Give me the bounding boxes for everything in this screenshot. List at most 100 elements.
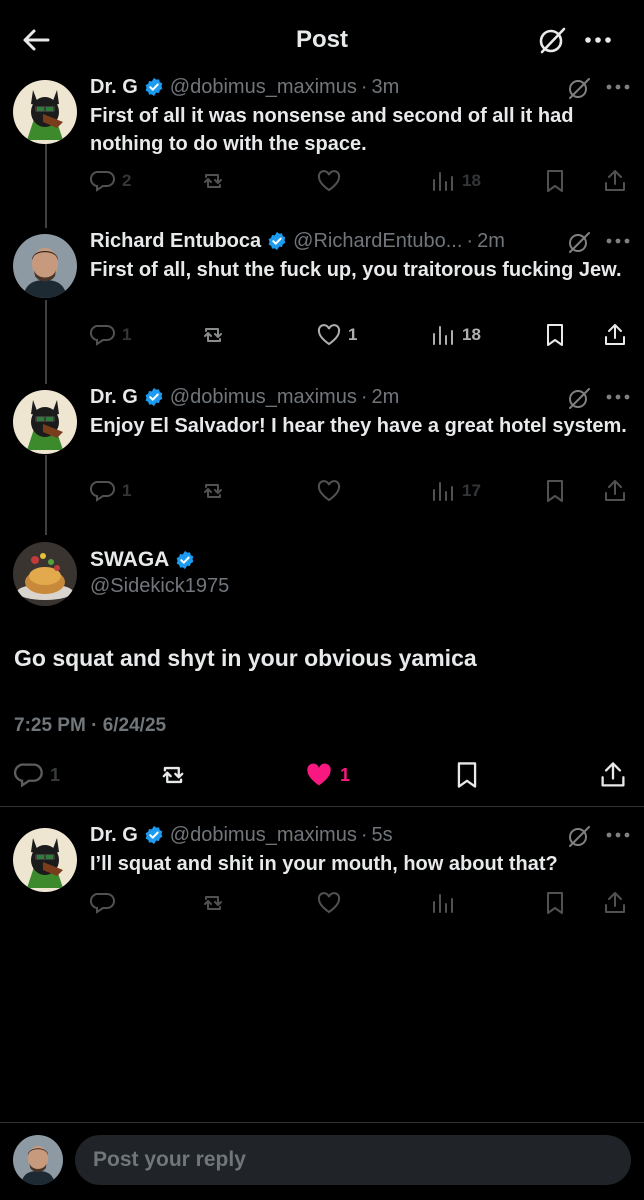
share-icon — [605, 892, 625, 913]
verified-badge-icon — [145, 825, 163, 845]
reply-icon — [90, 170, 115, 192]
views-button[interactable]: 18 — [430, 320, 481, 350]
user-handle[interactable]: @Sidekick1975 — [90, 575, 229, 598]
bookmark-button[interactable] — [542, 476, 568, 506]
display-name[interactable]: SWAGA — [90, 548, 169, 572]
analytics-icon — [433, 172, 453, 191]
views-button[interactable] — [430, 888, 456, 918]
action-bar: 1 1 18 — [0, 320, 644, 350]
main-post-avatar[interactable] — [13, 542, 77, 606]
view-count: 18 — [462, 171, 481, 190]
reply-button[interactable]: 1 — [90, 320, 131, 350]
repost-button[interactable] — [200, 320, 226, 350]
views-button[interactable]: 17 — [430, 476, 481, 506]
top-bar: Post — [0, 0, 644, 80]
repost-button[interactable] — [200, 888, 226, 918]
avatar[interactable] — [13, 828, 77, 892]
current-user-avatar[interactable] — [13, 1135, 63, 1185]
reply-composer — [0, 1122, 644, 1200]
view-count: 17 — [462, 481, 481, 500]
analytics-icon — [433, 326, 453, 345]
reply-icon — [90, 480, 115, 502]
display-name[interactable]: Richard Entuboca — [90, 230, 261, 253]
person-avatar-icon — [13, 1135, 63, 1185]
repost-button[interactable] — [200, 476, 226, 506]
separator-dot: · — [466, 229, 474, 252]
views-button[interactable]: 18 — [430, 166, 481, 196]
like-button[interactable] — [316, 476, 342, 506]
post-meta: Dr. G @dobimus_maximus · 2m — [90, 384, 399, 410]
repost-icon — [204, 896, 222, 910]
heart-icon — [317, 480, 341, 502]
post-time[interactable]: 3m — [372, 76, 400, 99]
display-name[interactable]: Dr. G — [90, 386, 138, 409]
like-button[interactable] — [316, 166, 342, 196]
bookmark-icon — [457, 762, 477, 788]
doberman-avatar-icon — [13, 80, 77, 144]
grok-icon[interactable] — [536, 24, 568, 56]
reply-count: 1 — [122, 481, 132, 500]
bookmark-icon — [547, 170, 563, 192]
share-button[interactable] — [598, 760, 628, 790]
verified-badge-icon — [177, 550, 194, 570]
share-button[interactable] — [602, 476, 628, 506]
repost-button[interactable] — [158, 760, 188, 790]
separator-dot: · — [360, 385, 368, 408]
display-name[interactable]: Dr. G — [90, 76, 138, 99]
action-bar: 1 17 — [0, 476, 644, 506]
share-button[interactable] — [602, 320, 628, 350]
grok-icon[interactable] — [565, 228, 593, 256]
user-handle[interactable]: @dobimus_maximus — [170, 386, 357, 409]
like-button[interactable] — [316, 888, 342, 918]
heart-icon — [317, 170, 341, 192]
main-post-author: SWAGA — [90, 548, 201, 572]
share-button[interactable] — [602, 166, 628, 196]
reply-button[interactable] — [90, 888, 116, 918]
post-text: I’ll squat and shit in your mouth, how a… — [90, 853, 558, 875]
share-icon — [605, 324, 625, 345]
more-options-icon[interactable] — [604, 74, 632, 100]
more-options-icon[interactable] — [604, 384, 632, 410]
share-icon — [605, 170, 625, 191]
post-time[interactable]: 2m — [477, 230, 505, 253]
more-options-icon[interactable] — [604, 822, 632, 848]
share-icon — [605, 480, 625, 501]
post-time[interactable]: 2m — [372, 386, 400, 409]
post-meta: Dr. G @dobimus_maximus · 3m — [90, 74, 399, 100]
user-handle[interactable]: @dobimus_maximus — [170, 824, 357, 847]
heart-icon — [317, 892, 341, 914]
more-options-icon[interactable] — [582, 26, 614, 54]
avatar[interactable] — [13, 234, 77, 298]
post-time[interactable]: 5s — [372, 824, 393, 847]
bookmark-button[interactable] — [542, 166, 568, 196]
more-options-icon[interactable] — [604, 228, 632, 254]
avatar[interactable] — [13, 80, 77, 144]
reply-button[interactable]: 2 — [90, 166, 131, 196]
doberman-avatar-icon — [13, 390, 77, 454]
like-button[interactable]: 1 — [304, 760, 350, 790]
grok-icon[interactable] — [565, 74, 593, 102]
post-text: First of all it was nonsense and second … — [90, 105, 574, 155]
reply-count: 1 — [122, 325, 132, 344]
user-handle[interactable]: @RichardEntubo... — [293, 230, 462, 253]
avatar[interactable] — [13, 390, 77, 454]
display-name[interactable]: Dr. G — [90, 824, 138, 847]
share-button[interactable] — [602, 888, 628, 918]
grok-icon[interactable] — [565, 822, 593, 850]
post-timestamp[interactable]: 7:25 PM · 6/24/25 — [14, 715, 166, 737]
like-button[interactable]: 1 — [316, 320, 357, 350]
reply-button[interactable]: 1 — [14, 760, 60, 790]
reply-button[interactable]: 1 — [90, 476, 131, 506]
user-handle[interactable]: @dobimus_maximus — [170, 76, 357, 99]
person-avatar-icon — [13, 234, 77, 298]
bookmark-button[interactable] — [542, 888, 568, 918]
post-text: Enjoy El Salvador! I hear they have a gr… — [90, 415, 627, 437]
main-post-text: Go squat and shyt in your obvious yamica — [14, 645, 477, 671]
bookmark-button[interactable] — [542, 320, 568, 350]
reply-input[interactable] — [75, 1135, 631, 1185]
reply-count: 2 — [122, 171, 132, 190]
repost-button[interactable] — [200, 166, 226, 196]
grok-icon[interactable] — [565, 384, 593, 412]
verified-badge-icon — [268, 231, 286, 251]
bookmark-button[interactable] — [452, 760, 482, 790]
